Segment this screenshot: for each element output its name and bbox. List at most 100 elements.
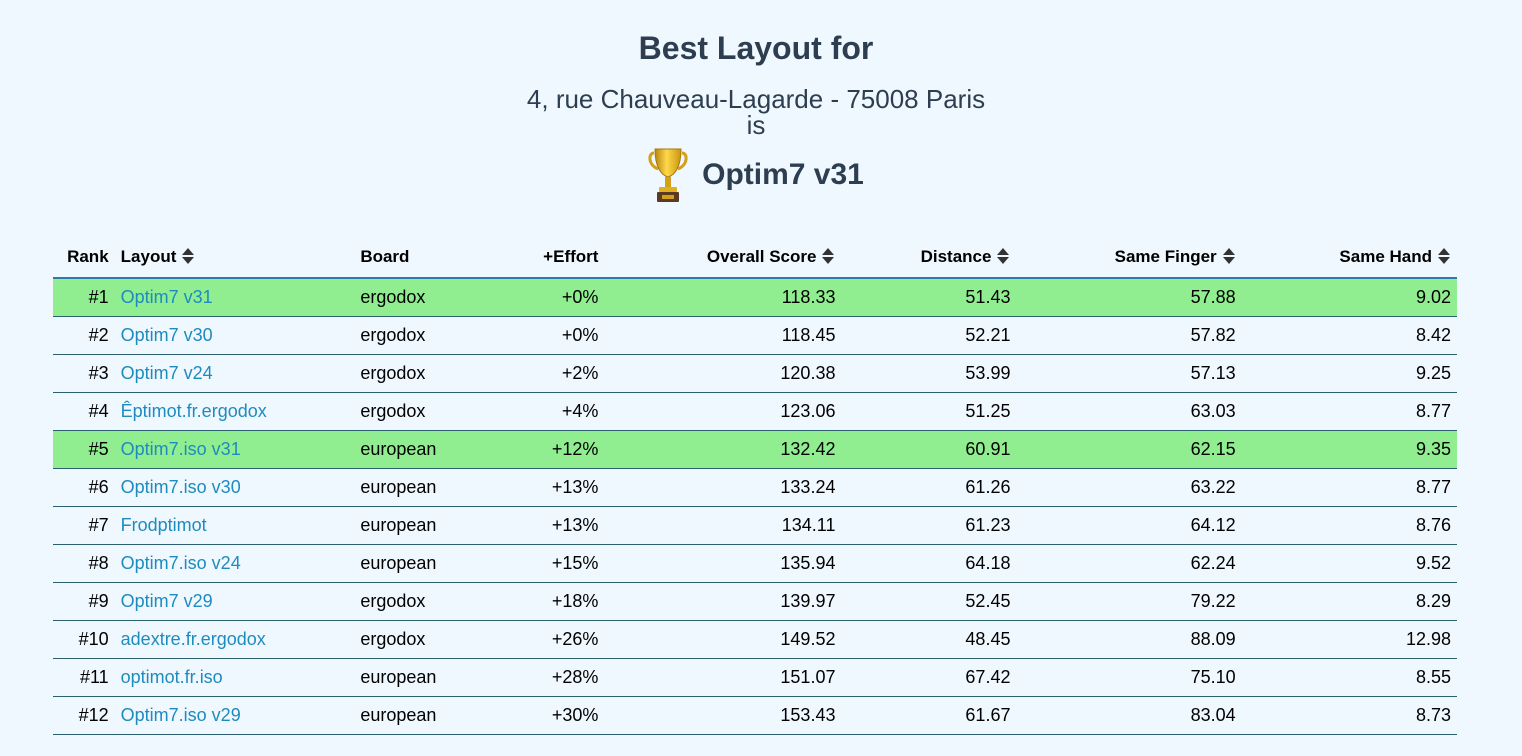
overall-score-cell: 118.33 [604, 278, 842, 317]
table-row: #9 Optim7 v29 ergodox +18% 139.97 52.45 … [53, 582, 1457, 621]
overall-score-cell: 149.52 [604, 620, 842, 659]
sort-up-down-icon[interactable] [996, 247, 1010, 265]
distance-cell: 52.21 [841, 316, 1017, 355]
overall-score-cell: 123.06 [604, 392, 842, 431]
table-row: #12 Optim7.iso v29 european +30% 153.43 … [53, 696, 1457, 735]
effort-cell: +26% [494, 620, 605, 659]
overall-score-cell: 134.11 [604, 506, 842, 545]
overall-score-cell: 135.94 [604, 544, 842, 583]
same-hand-cell: 9.35 [1241, 430, 1457, 469]
distance-cell: 52.45 [841, 582, 1017, 621]
board-cell: ergodox [354, 582, 495, 621]
board-cell: european [354, 468, 495, 507]
rank-cell: #10 [53, 620, 115, 659]
layout-link[interactable]: Optim7.iso v31 [121, 439, 241, 459]
rank-cell: #4 [53, 392, 115, 431]
table-row: #1 Optim7 v31 ergodox +0% 118.33 51.43 5… [53, 278, 1457, 317]
table-row: #8 Optim7.iso v24 european +15% 135.94 6… [53, 544, 1457, 583]
board-cell: european [354, 658, 495, 697]
effort-cell: +15% [494, 544, 605, 583]
sort-up-down-icon[interactable] [1222, 247, 1236, 265]
overall-score-cell: 139.97 [604, 582, 842, 621]
overall-score-cell: 118.45 [604, 316, 842, 355]
same-finger-cell: 62.15 [1016, 430, 1242, 469]
same-finger-cell: 57.88 [1016, 278, 1242, 317]
effort-cell: +13% [494, 506, 605, 545]
same-hand-cell: 8.55 [1241, 658, 1457, 697]
column-header-effort: +Effort [494, 236, 605, 279]
board-cell: ergodox [354, 620, 495, 659]
effort-cell: +0% [494, 316, 605, 355]
sort-up-down-icon[interactable] [821, 247, 835, 265]
column-header-overall-score[interactable]: Overall Score [604, 236, 842, 279]
layout-link[interactable]: Optim7.iso v24 [121, 553, 241, 573]
sort-up-down-icon[interactable] [181, 247, 195, 265]
distance-cell: 53.99 [841, 354, 1017, 393]
layout-link[interactable]: Frodptimot [121, 515, 207, 535]
distance-cell: 51.43 [841, 278, 1017, 317]
trophy-icon [648, 148, 688, 202]
sort-up-down-icon[interactable] [1437, 247, 1451, 265]
layout-link[interactable]: Optim7 v24 [121, 363, 213, 383]
column-header-board: Board [354, 236, 495, 279]
board-cell: european [354, 506, 495, 545]
table-row: #3 Optim7 v24 ergodox +2% 120.38 53.99 5… [53, 354, 1457, 393]
is-text: is [746, 110, 766, 140]
table-row: #5 Optim7.iso v31 european +12% 132.42 6… [53, 430, 1457, 469]
effort-cell: +0% [494, 278, 605, 317]
effort-cell: +12% [494, 430, 605, 469]
same-hand-cell: 8.76 [1241, 506, 1457, 545]
same-finger-cell: 63.03 [1016, 392, 1242, 431]
same-finger-cell: 57.82 [1016, 316, 1242, 355]
same-hand-cell: 9.02 [1241, 278, 1457, 317]
board-cell: european [354, 696, 495, 735]
same-finger-cell: 62.24 [1016, 544, 1242, 583]
rank-cell: #3 [53, 354, 115, 393]
same-finger-cell: 79.22 [1016, 582, 1242, 621]
same-hand-cell: 9.52 [1241, 544, 1457, 583]
distance-cell: 48.45 [841, 620, 1017, 659]
layout-link[interactable]: Optim7.iso v30 [121, 477, 241, 497]
distance-cell: 61.26 [841, 468, 1017, 507]
effort-cell: +30% [494, 696, 605, 735]
same-hand-cell: 8.73 [1241, 696, 1457, 735]
same-hand-cell: 9.25 [1241, 354, 1457, 393]
effort-cell: +18% [494, 582, 605, 621]
results-table: Rank Layout Board +Effort Overall Score … [53, 236, 1457, 735]
board-cell: ergodox [354, 392, 495, 431]
layout-link[interactable]: Optim7.iso v29 [121, 705, 241, 725]
rank-cell: #8 [53, 544, 115, 583]
layout-link[interactable]: Êptimot.fr.ergodox [121, 401, 267, 421]
overall-score-cell: 151.07 [604, 658, 842, 697]
layout-link[interactable]: Optim7 v29 [121, 591, 213, 611]
same-finger-cell: 63.22 [1016, 468, 1242, 507]
overall-score-cell: 153.43 [604, 696, 842, 735]
layout-link[interactable]: Optim7 v30 [121, 325, 213, 345]
table-header-row: Rank Layout Board +Effort Overall Score … [53, 236, 1457, 279]
board-cell: european [354, 544, 495, 583]
column-header-layout[interactable]: Layout [114, 236, 355, 279]
layout-link[interactable]: optimot.fr.iso [121, 667, 223, 687]
layout-link[interactable]: Optim7 v31 [121, 287, 213, 307]
same-hand-cell: 12.98 [1241, 620, 1457, 659]
layout-link[interactable]: adextre.fr.ergodox [121, 629, 266, 649]
rank-cell: #2 [53, 316, 115, 355]
distance-cell: 60.91 [841, 430, 1017, 469]
same-finger-cell: 64.12 [1016, 506, 1242, 545]
board-cell: ergodox [354, 278, 495, 317]
rank-cell: #1 [53, 278, 115, 317]
distance-cell: 61.67 [841, 696, 1017, 735]
same-finger-cell: 57.13 [1016, 354, 1242, 393]
same-hand-cell: 8.42 [1241, 316, 1457, 355]
board-cell: european [354, 430, 495, 469]
column-header-same-finger[interactable]: Same Finger [1016, 236, 1242, 279]
table-row: #6 Optim7.iso v30 european +13% 133.24 6… [53, 468, 1457, 507]
rank-cell: #9 [53, 582, 115, 621]
distance-cell: 67.42 [841, 658, 1017, 697]
table-row: #7 Frodptimot european +13% 134.11 61.23… [53, 506, 1457, 545]
column-header-same-hand[interactable]: Same Hand [1241, 236, 1457, 279]
rank-cell: #5 [53, 430, 115, 469]
table-row: #4 Êptimot.fr.ergodox ergodox +4% 123.06… [53, 392, 1457, 431]
column-header-distance[interactable]: Distance [841, 236, 1017, 279]
winner-banner: Optim7 v31 [0, 144, 1512, 206]
